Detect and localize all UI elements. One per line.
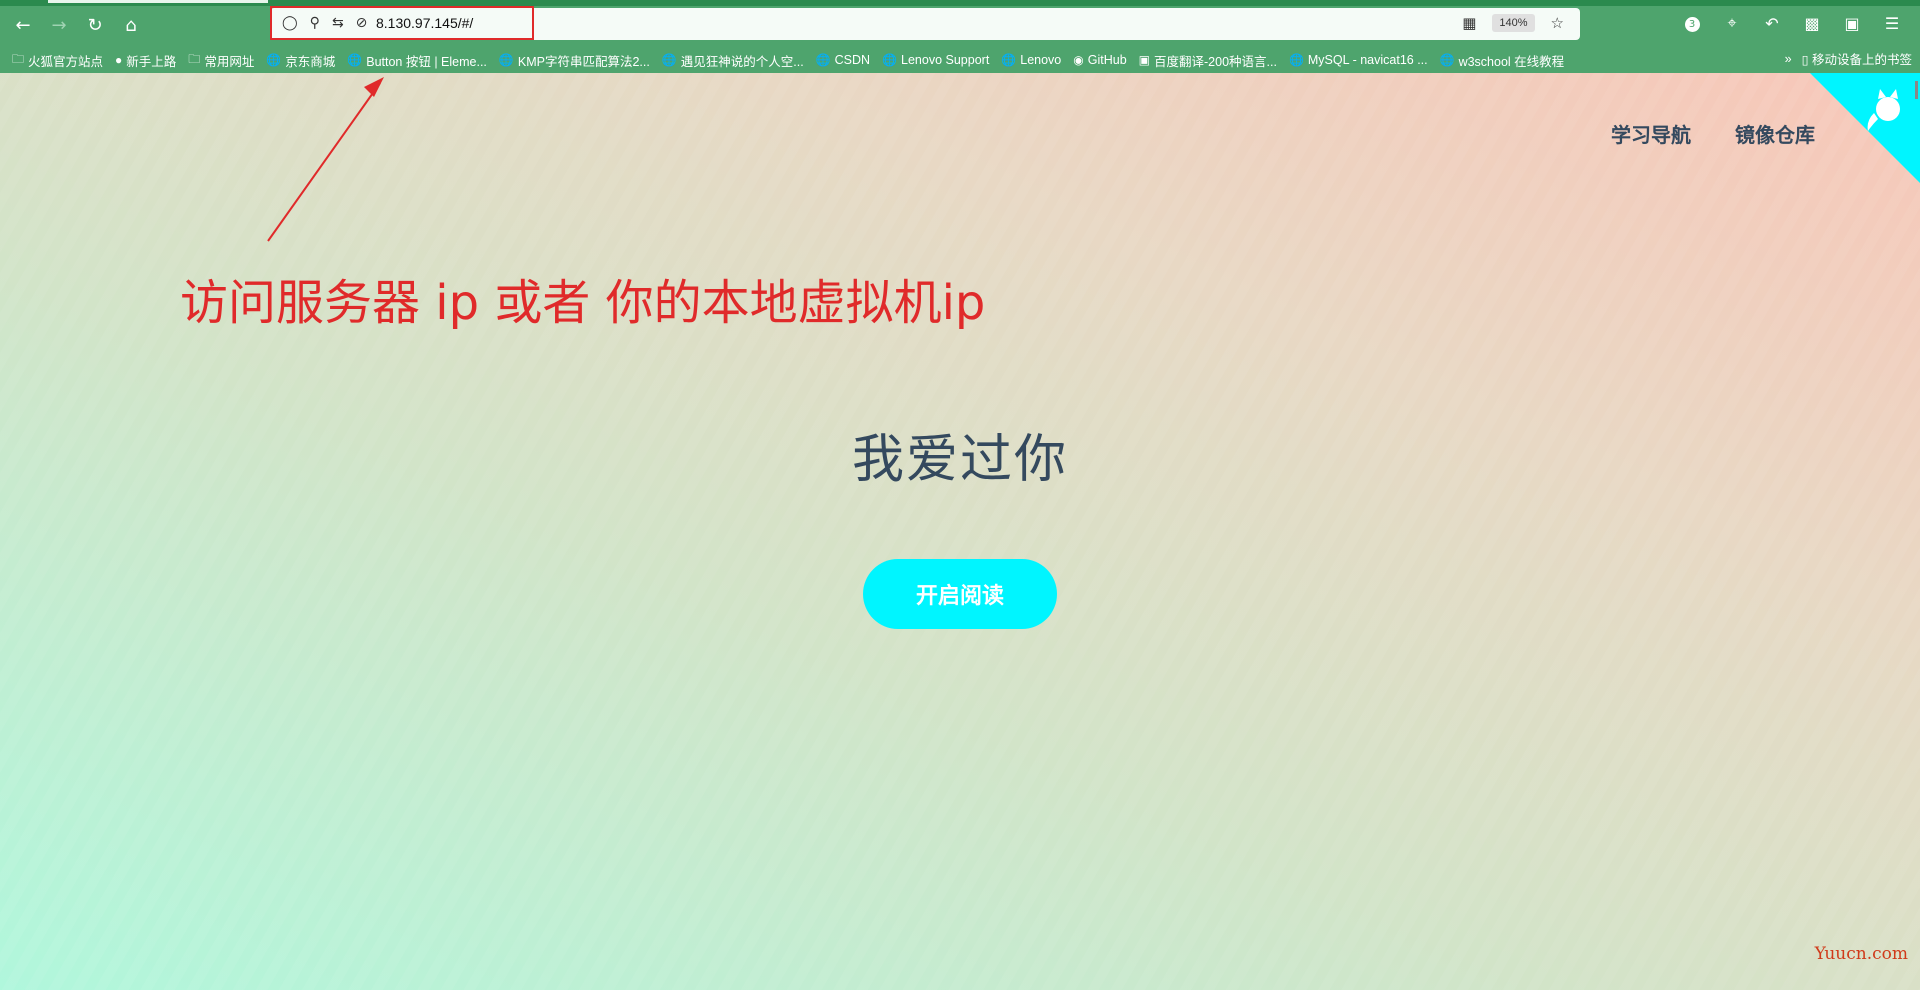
url-bar-icons: ◯ ⚲ ⇆ ⊘ [282,15,367,31]
annotation-text: 访问服务器 ip 或者 你的本地虚拟机ip [180,275,986,331]
back-button[interactable]: ← [10,12,36,38]
web-page: 学习导航 镜像仓库 访问服务器 ip 或者 你的本地虚拟机ip 我爱过你 开启阅… [0,73,1920,990]
bookmark-item[interactable]: 🌐 遇见狂神说的个人空... [656,51,810,70]
arrow-right-icon: → [51,14,67,36]
bookmark-item[interactable]: 🗀 火狐官方站点 [0,50,109,71]
url-text[interactable]: 8.130.97.145/#/ [376,15,473,31]
watermark: Yuucn.com [1814,944,1908,964]
home-button[interactable]: ⌂ [118,12,144,38]
bookmark-item[interactable]: 🌐 Lenovo [995,53,1067,67]
crop-icon[interactable]: ⌖ [1722,12,1742,34]
bookmark-item[interactable]: 🌐 京东商城 [260,51,341,70]
globe-icon: 🌐 [882,53,898,67]
github-corner[interactable] [1810,73,1920,183]
tracking-icon[interactable]: ⇆ [332,15,344,31]
firefox-icon: ● [115,53,123,67]
bookmarks-bar-right: » ▯ 移动设备上的书签 [1785,49,1912,68]
annotation-arrow [267,77,384,242]
active-tab-indicator[interactable] [48,0,268,3]
bookmarks-bar: 🗀 火狐官方站点 ● 新手上路 🗀 常用网址 🌐 京东商城 🌐 Button 按… [0,49,1920,71]
home-icon: ⌂ [125,14,137,36]
chevron-double-right-icon[interactable]: » [1785,52,1792,66]
chrome-top-border [0,0,1920,6]
globe-icon: 🌐 [347,53,363,67]
zoom-level-badge[interactable]: 140% [1492,14,1535,32]
hero-title: 我爱过你 [851,430,1068,490]
folder-icon: 🗀 [12,51,25,66]
bookmark-item[interactable]: ● 新手上路 [109,51,182,70]
arrow-left-icon: ← [15,14,31,36]
folder-icon: 🗀 [188,51,201,66]
undo-icon[interactable]: ↶ [1762,12,1782,34]
nav-link-learning[interactable]: 学习导航 [1611,119,1691,148]
globe-icon: 🌐 [815,53,831,67]
menu-icon[interactable]: ☰ [1882,12,1902,34]
star-icon[interactable]: ☆ [1551,14,1564,32]
qr-code-icon[interactable]: ▦ [1462,14,1476,32]
bookmark-item[interactable]: 🌐 w3school 在线教程 [1434,51,1571,70]
globe-icon: 🌐 [661,53,677,67]
eye-off-icon[interactable]: ⊘ [356,15,368,31]
globe-icon: 🌐 [1288,53,1304,67]
toolbar-right: 3 ⌖ ↶ ▩ ▣ ☰ [1682,12,1902,34]
permissions-icon[interactable]: ⚲ [310,15,320,31]
globe-icon: 🌐 [1439,53,1455,67]
bookmark-item[interactable]: 🌐 MySQL - navicat16 ... [1283,53,1434,67]
globe-icon: 🌐 [498,53,514,67]
bookmark-item[interactable]: ▣ 百度翻译-200种语言... [1133,51,1283,70]
puzzle-icon[interactable]: ▣ [1842,12,1862,34]
globe-icon: 🌐 [266,53,282,67]
bookmark-item[interactable]: 🌐 CSDN [810,53,876,67]
mobile-bookmarks[interactable]: ▯ 移动设备上的书签 [1802,49,1912,68]
bookmark-item[interactable]: ◉ GitHub [1067,53,1132,67]
bookmark-item[interactable]: 🌐 Lenovo Support [876,53,995,67]
forward-button[interactable]: → [46,12,72,38]
mobile-icon: ▯ [1801,53,1809,67]
translate-icon: ▣ [1138,53,1150,67]
start-reading-button[interactable]: 开启阅读 [863,559,1057,629]
top-nav: 学习导航 镜像仓库 [1611,119,1815,148]
reader-icon[interactable]: ▩ [1802,12,1822,34]
nav-link-mirror[interactable]: 镜像仓库 [1735,119,1815,148]
browser-chrome: ← → ↻ ⌂ ◯ ⚲ ⇆ ⊘ 8.130.97.145/#/ ▦ 140% ☆… [0,0,1920,73]
bookmark-item[interactable]: 🌐 KMP字符串匹配算法2... [493,51,656,70]
extension-count-badge: 3 [1684,17,1700,32]
bookmark-item[interactable]: 🌐 Button 按钮 | Eleme... [341,51,493,70]
extension-badge-button[interactable]: 3 [1682,12,1702,34]
reload-button[interactable]: ↻ [82,12,108,38]
globe-icon: 🌐 [1001,53,1017,67]
scrollbar[interactable] [1915,81,1918,99]
shield-icon[interactable]: ◯ [282,15,298,31]
github-icon: ◉ [1073,53,1084,67]
bookmark-item[interactable]: 🗀 常用网址 [182,50,260,71]
reload-icon: ↻ [87,14,103,36]
url-bar-actions: ▦ 140% ☆ [1462,14,1564,32]
